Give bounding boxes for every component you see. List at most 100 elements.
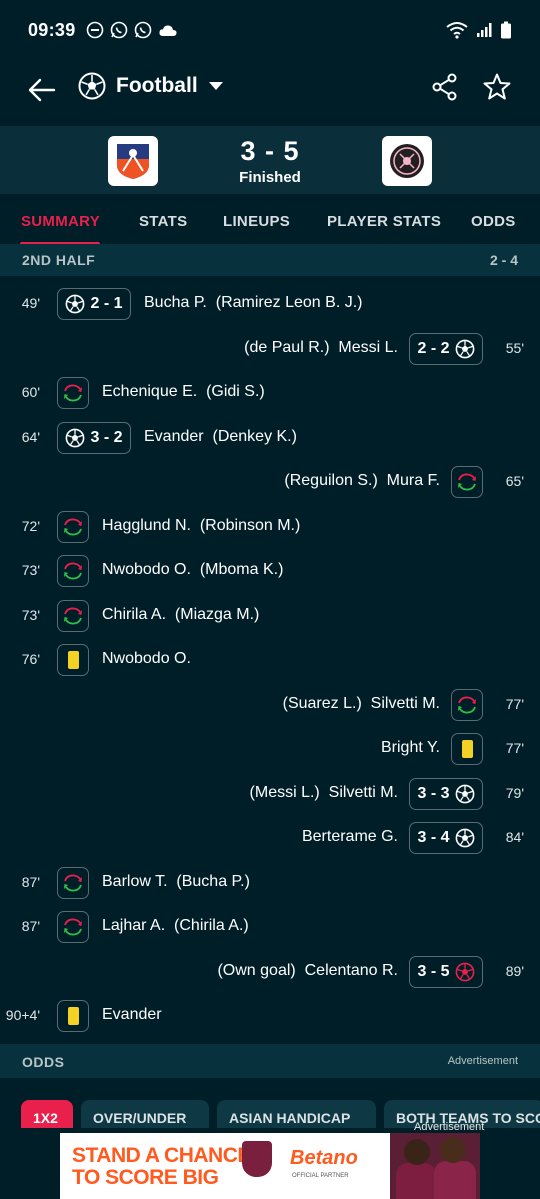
event-text: (Own goal) Celentano R. [217, 962, 398, 980]
event-row[interactable]: 73'Chirila A. (Miazga M.) [0, 594, 540, 638]
event-player[interactable]: Berterame G. [302, 828, 398, 845]
event-minute: 79' [484, 785, 524, 801]
event-text: Berterame G. [302, 828, 398, 846]
share-icon[interactable] [430, 72, 460, 102]
event-row[interactable]: 72'Hagglund N. (Robinson M.) [0, 505, 540, 549]
event-minute: 65' [484, 473, 524, 489]
event-row[interactable]: 79'3 - 3(Messi L.) Silvetti M. [0, 772, 540, 816]
back-arrow-icon[interactable] [26, 74, 58, 106]
event-row[interactable]: 76' Nwobodo O. [0, 638, 540, 682]
substitution-box [57, 555, 89, 587]
event-player[interactable]: Silvetti M. [371, 695, 440, 712]
substitution-box [57, 600, 89, 632]
event-assist: (Miazga M.) [175, 606, 259, 623]
event-row[interactable]: 49'2 - 1Bucha P. (Ramirez Leon B. J.) [0, 282, 540, 326]
event-player[interactable]: Evander [144, 428, 204, 445]
substitution-box [57, 511, 89, 543]
ad-headline-line-2: TO SCORE BIG [72, 1167, 251, 1189]
event-text: Evander (Denkey K.) [144, 428, 297, 446]
match-status: Finished [0, 169, 540, 186]
event-minute: 76' [0, 651, 40, 667]
event-text: Echenique E. (Gidi S.) [102, 383, 265, 401]
event-row[interactable]: 89'3 - 5(Own goal) Celentano R. [0, 950, 540, 994]
odds-label: ODDS [22, 1054, 64, 1070]
event-row[interactable]: 65'(Reguilon S.) Mura F. [0, 460, 540, 504]
substitution-icon [62, 516, 84, 538]
substitution-icon [456, 694, 478, 716]
event-row[interactable]: 77'Bright Y. [0, 727, 540, 771]
own-goal-ball-icon [455, 962, 475, 982]
status-time: 09:39 [28, 20, 76, 41]
event-player[interactable]: Echenique E. [102, 383, 197, 400]
match-header: 3 - 5 Finished [0, 126, 540, 194]
event-row[interactable]: 60'Echenique E. (Gidi S.) [0, 371, 540, 415]
substitution-icon [62, 382, 84, 404]
event-player[interactable]: Mura F. [387, 472, 440, 489]
event-row[interactable]: 90+4'Evander [0, 994, 540, 1038]
goal-box: 3 - 4 [409, 822, 483, 854]
odds-tab-1x2[interactable]: 1X2 [21, 1100, 73, 1128]
tab-odds[interactable]: ODDS [471, 213, 516, 230]
odds-tab-asian-handicap[interactable]: ASIAN HANDICAP [217, 1100, 376, 1128]
event-minute: 49' [0, 295, 40, 311]
event-assist: (Suarez L.) [283, 695, 362, 712]
yellow-card-box [451, 733, 483, 765]
event-assist: (Gidi S.) [206, 383, 265, 400]
substitution-box [57, 911, 89, 943]
favorite-star-icon[interactable] [482, 72, 512, 102]
event-assist: (Bucha P.) [176, 873, 250, 890]
half-score: 2 - 4 [490, 252, 518, 268]
event-text: Bright Y. [381, 739, 440, 757]
event-minute: 64' [0, 429, 40, 445]
tab-stats[interactable]: STATS [139, 213, 187, 230]
event-assist: (de Paul R.) [244, 339, 329, 356]
ad-partner-text: OFFICIAL PARTNER [292, 1173, 349, 1179]
tab-summary[interactable]: SUMMARY [21, 213, 100, 230]
tab-player-stats[interactable]: PLAYER STATS [327, 213, 441, 230]
odds-tab-over-under[interactable]: OVER/UNDER [81, 1100, 209, 1128]
event-row[interactable]: 87'Lajhar A. (Chirila A.) [0, 905, 540, 949]
yellow-card-icon [68, 1007, 79, 1025]
half-label: 2ND HALF [22, 252, 95, 268]
event-row[interactable]: 77' (Suarez L.) Silvetti M. [0, 683, 540, 727]
inter-miami-crest-icon [388, 142, 426, 180]
event-player[interactable]: Evander [102, 1006, 162, 1023]
sport-selector[interactable]: Football [78, 72, 224, 100]
event-assist: (Mboma K.) [200, 561, 284, 578]
event-assist: (Denkey K.) [212, 428, 296, 445]
event-player[interactable]: Lajhar A. [102, 917, 165, 934]
event-player[interactable]: Messi L. [338, 339, 398, 356]
event-minute: 77' [484, 696, 524, 712]
event-player[interactable]: Chirila A. [102, 606, 166, 623]
advertisement-banner[interactable]: STAND A CHANCE TO SCORE BIG Betano OFFIC… [60, 1133, 480, 1199]
substitution-icon [62, 872, 84, 894]
event-player[interactable]: Hagglund N. [102, 517, 191, 534]
yellow-card-box [57, 644, 89, 676]
status-bar: 09:39 [0, 0, 540, 60]
tab-lineups[interactable]: LINEUPS [223, 213, 290, 230]
event-player[interactable]: Barlow T. [102, 873, 168, 890]
battery-icon [500, 21, 512, 39]
event-player[interactable]: Celentano R. [305, 962, 398, 979]
football-icon [455, 339, 475, 359]
event-assist: (Ramirez Leon B. J.) [216, 294, 363, 311]
ad-players-image [390, 1133, 480, 1199]
event-row[interactable]: 87' Barlow T. (Bucha P.) [0, 861, 540, 905]
ad-headline: STAND A CHANCE TO SCORE BIG [72, 1145, 251, 1189]
event-minute: 89' [484, 963, 524, 979]
half-header: 2ND HALF 2 - 4 [0, 244, 540, 276]
event-player[interactable]: Bright Y. [381, 739, 440, 756]
away-team-logo[interactable] [382, 136, 432, 186]
event-player[interactable]: Nwobodo O. [102, 561, 191, 578]
event-minute: 87' [0, 874, 40, 890]
event-row[interactable]: 84'3 - 4Berterame G. [0, 816, 540, 860]
substitution-box [57, 377, 89, 409]
football-icon [65, 428, 85, 448]
event-player[interactable]: Silvetti M. [329, 784, 398, 801]
event-row[interactable]: 73'Nwobodo O. (Mboma K.) [0, 549, 540, 593]
event-row[interactable]: 55'2 - 2(de Paul R.) Messi L. [0, 327, 540, 371]
event-row[interactable]: 64'3 - 2Evander (Denkey K.) [0, 416, 540, 460]
event-player[interactable]: Nwobodo O. [102, 650, 191, 667]
event-player[interactable]: Bucha P. [144, 294, 207, 311]
goal-box: 2 - 2 [409, 333, 483, 365]
